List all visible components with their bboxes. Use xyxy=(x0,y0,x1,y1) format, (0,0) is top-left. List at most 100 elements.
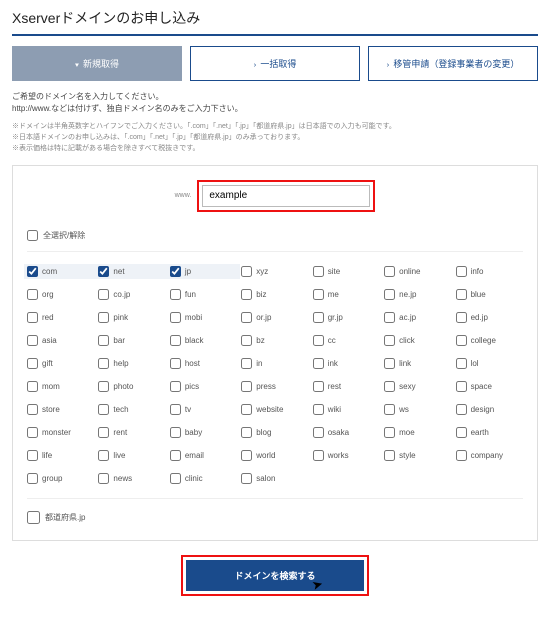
tld-sexy[interactable]: sexy xyxy=(384,381,451,392)
tab-transfer[interactable]: ›移管申請（登録事業者の変更） xyxy=(368,46,538,81)
tld-checkbox[interactable] xyxy=(27,358,38,369)
tld-style[interactable]: style xyxy=(384,450,451,461)
tld-checkbox[interactable] xyxy=(241,381,252,392)
tld-site[interactable]: site xyxy=(313,266,380,277)
tld-or-jp[interactable]: or.jp xyxy=(241,312,308,323)
tld-checkbox[interactable] xyxy=(27,335,38,346)
tld-checkbox[interactable] xyxy=(98,473,109,484)
search-domain-button[interactable]: ドメインを検索する xyxy=(186,560,363,591)
tld-mom[interactable]: mom xyxy=(27,381,94,392)
tld-com[interactable]: com xyxy=(24,264,97,279)
tab-bulk[interactable]: ›一括取得 xyxy=(190,46,360,81)
tld-checkbox[interactable] xyxy=(313,266,324,277)
tld-live[interactable]: live xyxy=(98,450,165,461)
tld-bz[interactable]: bz xyxy=(241,335,308,346)
tld-checkbox[interactable] xyxy=(241,473,252,484)
tld-checkbox[interactable] xyxy=(241,289,252,300)
tld-life[interactable]: life xyxy=(27,450,94,461)
tld-mobi[interactable]: mobi xyxy=(170,312,237,323)
tld-checkbox[interactable] xyxy=(313,427,324,438)
tld-checkbox[interactable] xyxy=(313,289,324,300)
tld-host[interactable]: host xyxy=(170,358,237,369)
tld-info[interactable]: info xyxy=(456,266,523,277)
tld-checkbox[interactable] xyxy=(313,404,324,415)
tld-checkbox[interactable] xyxy=(456,266,467,277)
tld-photo[interactable]: photo xyxy=(98,381,165,392)
tld-checkbox[interactable] xyxy=(27,381,38,392)
tld-checkbox[interactable] xyxy=(313,312,324,323)
tld-rent[interactable]: rent xyxy=(98,427,165,438)
tld-checkbox[interactable] xyxy=(241,335,252,346)
tld-checkbox[interactable] xyxy=(456,335,467,346)
tld-checkbox[interactable] xyxy=(170,312,181,323)
tab-new[interactable]: ▾新規取得 xyxy=(12,46,182,81)
tld-world[interactable]: world xyxy=(241,450,308,461)
tld-checkbox[interactable] xyxy=(313,381,324,392)
tld-checkbox[interactable] xyxy=(456,450,467,461)
tld-checkbox[interactable] xyxy=(170,335,181,346)
tld-design[interactable]: design xyxy=(456,404,523,415)
tld-checkbox[interactable] xyxy=(98,404,109,415)
tld-net[interactable]: net xyxy=(95,264,168,279)
tld-asia[interactable]: asia xyxy=(27,335,94,346)
tld-checkbox[interactable] xyxy=(456,427,467,438)
tld-click[interactable]: click xyxy=(384,335,451,346)
tld-press[interactable]: press xyxy=(241,381,308,392)
tld-ink[interactable]: ink xyxy=(313,358,380,369)
tld-checkbox[interactable] xyxy=(27,473,38,484)
tld-tech[interactable]: tech xyxy=(98,404,165,415)
tld-checkbox[interactable] xyxy=(98,358,109,369)
select-all-checkbox[interactable] xyxy=(27,230,38,241)
tld-checkbox[interactable] xyxy=(170,381,181,392)
tld-checkbox[interactable] xyxy=(98,427,109,438)
tld-checkbox[interactable] xyxy=(27,450,38,461)
tld-pics[interactable]: pics xyxy=(170,381,237,392)
tld-online[interactable]: online xyxy=(384,266,451,277)
tld-checkbox[interactable] xyxy=(27,266,38,277)
tld-checkbox[interactable] xyxy=(456,358,467,369)
tld-checkbox[interactable] xyxy=(170,289,181,300)
tld-black[interactable]: black xyxy=(170,335,237,346)
tld-ws[interactable]: ws xyxy=(384,404,451,415)
tld-checkbox[interactable] xyxy=(241,312,252,323)
tld-ac-jp[interactable]: ac.jp xyxy=(384,312,451,323)
tld-checkbox[interactable] xyxy=(170,450,181,461)
tld-company[interactable]: company xyxy=(456,450,523,461)
tld-checkbox[interactable] xyxy=(241,404,252,415)
tld-co-jp[interactable]: co.jp xyxy=(98,289,165,300)
tld-checkbox[interactable] xyxy=(384,266,395,277)
tld-pink[interactable]: pink xyxy=(98,312,165,323)
tld-me[interactable]: me xyxy=(313,289,380,300)
tld-checkbox[interactable] xyxy=(27,404,38,415)
tld-checkbox[interactable] xyxy=(241,266,252,277)
tld-ne-jp[interactable]: ne.jp xyxy=(384,289,451,300)
tld-checkbox[interactable] xyxy=(27,427,38,438)
tld-clinic[interactable]: clinic xyxy=(170,473,237,484)
tld-news[interactable]: news xyxy=(98,473,165,484)
tld-email[interactable]: email xyxy=(170,450,237,461)
tld-gr-jp[interactable]: gr.jp xyxy=(313,312,380,323)
tld-space[interactable]: space xyxy=(456,381,523,392)
tld-checkbox[interactable] xyxy=(98,381,109,392)
tld-help[interactable]: help xyxy=(98,358,165,369)
tld-checkbox[interactable] xyxy=(98,289,109,300)
tld-red[interactable]: red xyxy=(27,312,94,323)
tld-college[interactable]: college xyxy=(456,335,523,346)
tld-checkbox[interactable] xyxy=(313,358,324,369)
domain-input[interactable] xyxy=(202,185,370,207)
tld-checkbox[interactable] xyxy=(313,450,324,461)
tld-ed-jp[interactable]: ed.jp xyxy=(456,312,523,323)
tld-rest[interactable]: rest xyxy=(313,381,380,392)
tld-checkbox[interactable] xyxy=(98,312,109,323)
tld-group[interactable]: group xyxy=(27,473,94,484)
tld-checkbox[interactable] xyxy=(456,404,467,415)
prefecture-checkbox[interactable] xyxy=(27,511,40,524)
tld-checkbox[interactable] xyxy=(98,335,109,346)
tld-blue[interactable]: blue xyxy=(456,289,523,300)
tld-xyz[interactable]: xyz xyxy=(241,266,308,277)
tld-blog[interactable]: blog xyxy=(241,427,308,438)
tld-checkbox[interactable] xyxy=(170,404,181,415)
tld-checkbox[interactable] xyxy=(170,473,181,484)
tld-checkbox[interactable] xyxy=(98,450,109,461)
tld-checkbox[interactable] xyxy=(384,427,395,438)
